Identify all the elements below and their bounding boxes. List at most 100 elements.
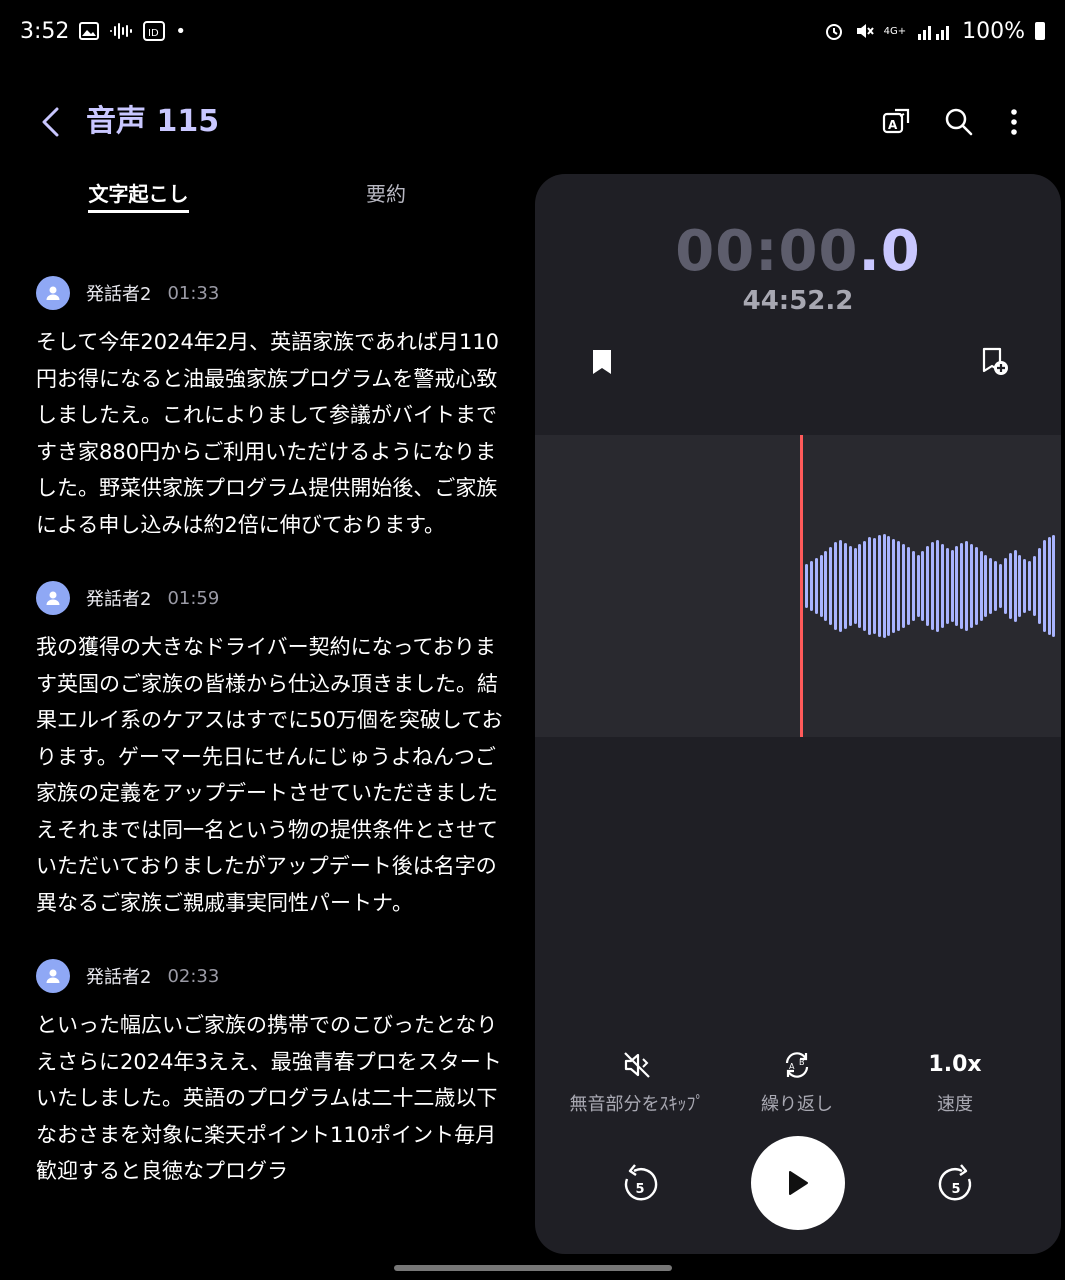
home-indicator[interactable]: [394, 1265, 672, 1271]
waveform-bar: [834, 542, 838, 630]
waveform-bar: [1032, 556, 1036, 616]
caption-icon: ID: [143, 21, 166, 41]
playhead-marker[interactable]: [800, 435, 803, 737]
waveform-bar: [921, 551, 925, 621]
waveform-bar: [1028, 561, 1032, 611]
waveform-bar: [999, 564, 1002, 608]
waveform-bar: [1042, 540, 1046, 632]
speaker-avatar: [36, 959, 70, 993]
segment-text: といった幅広いご家族の携帯でのこびったとなりえさらに2024年3ええ、最強青春プ…: [36, 1013, 502, 1183]
speaker-avatar: [36, 581, 70, 615]
waveform-bar: [931, 542, 935, 630]
speaker-avatar: [36, 276, 70, 310]
repeat-ab-icon: AB: [717, 1046, 877, 1084]
forward-seconds: 5: [951, 1182, 960, 1197]
speed-value: 1.0x: [928, 1052, 982, 1077]
speaker-name[interactable]: 発話者2: [86, 585, 151, 611]
add-bookmark-button[interactable]: [973, 340, 1017, 384]
waveform-bar: [814, 558, 818, 614]
mute-icon: [854, 21, 874, 41]
forward-button[interactable]: 5: [932, 1160, 980, 1208]
transcript-segment[interactable]: 発話者2 01:33 そして今年2024年2月、英語家族であれば月110円お得に…: [36, 272, 506, 543]
skip-silence-button[interactable]: 無音部分をｽｷｯﾌﾟ: [557, 1046, 717, 1116]
waveform-bar: [868, 537, 872, 635]
speaker-name[interactable]: 発話者2: [86, 963, 151, 989]
tab-summary[interactable]: 要約: [336, 172, 436, 216]
tab-bar: 文字起こし 要約: [36, 172, 506, 220]
bookmark-icon: [593, 350, 611, 374]
rewind-button[interactable]: 5: [616, 1160, 664, 1208]
bookmark-list-button[interactable]: [580, 340, 624, 384]
speed-value-wrap: 1.0x: [875, 1046, 1035, 1084]
skip-silence-icon: [557, 1046, 717, 1084]
transcript-list[interactable]: 発話者2 01:33 そして今年2024年2月、英語家族であれば月110円お得に…: [36, 272, 506, 1252]
waveform-bar: [974, 547, 978, 625]
page-title: 音声 115: [86, 104, 220, 139]
waveform-bar: [882, 534, 886, 638]
skip-silence-label: 無音部分をｽｷｯﾌﾟ: [569, 1094, 705, 1115]
battery-percent: 100%: [962, 18, 1025, 44]
speaker-row: 発話者2 01:59: [36, 577, 506, 619]
elapsed-timer: 00:00.0: [535, 222, 1061, 282]
play-button[interactable]: [751, 1136, 845, 1230]
waveform-bar: [1052, 535, 1056, 637]
waveform-bar: [911, 551, 915, 621]
network-type: 4G+: [883, 25, 907, 37]
waveform-bar: [960, 543, 964, 629]
waveform-bars: [535, 435, 1061, 737]
waveform-bar: [1013, 550, 1017, 622]
person-icon: [46, 969, 60, 983]
waveform-bar: [819, 555, 823, 617]
repeat-label: 繰り返し: [761, 1094, 833, 1115]
playback-speed-button[interactable]: 1.0x 速度: [875, 1046, 1035, 1116]
waveform-bar: [809, 561, 813, 611]
waveform-bar: [1018, 555, 1022, 617]
search-icon: [945, 108, 973, 136]
waveform-bar: [926, 546, 930, 626]
translate-icon: A: [882, 108, 910, 134]
speed-label: 速度: [937, 1094, 973, 1115]
waveform-bar: [829, 547, 833, 625]
waveform-bar: [984, 555, 988, 617]
search-button[interactable]: [937, 100, 981, 144]
more-options-button[interactable]: [992, 100, 1036, 144]
waveform-bar: [935, 540, 939, 632]
segment-timestamp[interactable]: 01:59: [167, 588, 219, 609]
transcript-segment[interactable]: 発話者2 01:59 我の獲得の大きなドライバー契約になっております英国のご家族…: [36, 577, 506, 921]
transcript-segment[interactable]: 発話者2 02:33 といった幅広いご家族の携帯でのこびったとなりえさらに202…: [36, 955, 506, 1190]
waveform-bar: [965, 541, 969, 631]
waveform-bar: [994, 561, 998, 611]
waveform-bar: [897, 541, 901, 631]
segment-text: 我の獲得の大きなドライバー契約になっております英国のご家族の皆様から仕込み頂きま…: [36, 635, 503, 915]
total-duration: 44:52.2: [742, 286, 854, 316]
svg-text:B: B: [799, 1058, 805, 1067]
waveform-bar: [945, 548, 949, 624]
waveform-bar: [858, 544, 862, 628]
bookmark-add-icon: [982, 347, 1008, 375]
player-panel: 00:00.0 44:52.2 無音部分をｽｷｯﾌﾟ AB 繰り返し 1.0x …: [535, 174, 1061, 1254]
waveform-bar: [1003, 558, 1007, 614]
segment-timestamp[interactable]: 01:33: [167, 283, 219, 304]
tab-active-indicator: [88, 210, 189, 213]
back-button[interactable]: [30, 102, 70, 142]
notification-dot-icon: •: [175, 20, 187, 42]
waveform-track[interactable]: [535, 435, 1061, 737]
signal-icon: [916, 22, 952, 40]
svg-text:A: A: [789, 1062, 795, 1071]
voice-recorder-icon: [109, 22, 133, 40]
rewind-5-icon: 5: [624, 1164, 658, 1201]
repeat-ab-button[interactable]: AB 繰り返し: [717, 1046, 877, 1116]
waveform-bar: [916, 555, 920, 617]
elapsed-timer-fraction: .0: [858, 219, 921, 284]
waveform-bar: [902, 544, 905, 628]
status-left: 3:52 ID •: [20, 19, 186, 44]
speaker-name[interactable]: 発話者2: [86, 280, 151, 306]
speaker-row: 発話者2 02:33: [36, 955, 506, 997]
segment-timestamp[interactable]: 02:33: [167, 966, 219, 987]
status-right: 4G+ 100%: [824, 19, 1045, 44]
waveform-bar: [1037, 548, 1041, 624]
play-icon: [789, 1171, 808, 1195]
translate-button[interactable]: A: [875, 100, 919, 144]
back-arrow-icon: [42, 107, 59, 137]
gallery-icon: [79, 22, 100, 40]
